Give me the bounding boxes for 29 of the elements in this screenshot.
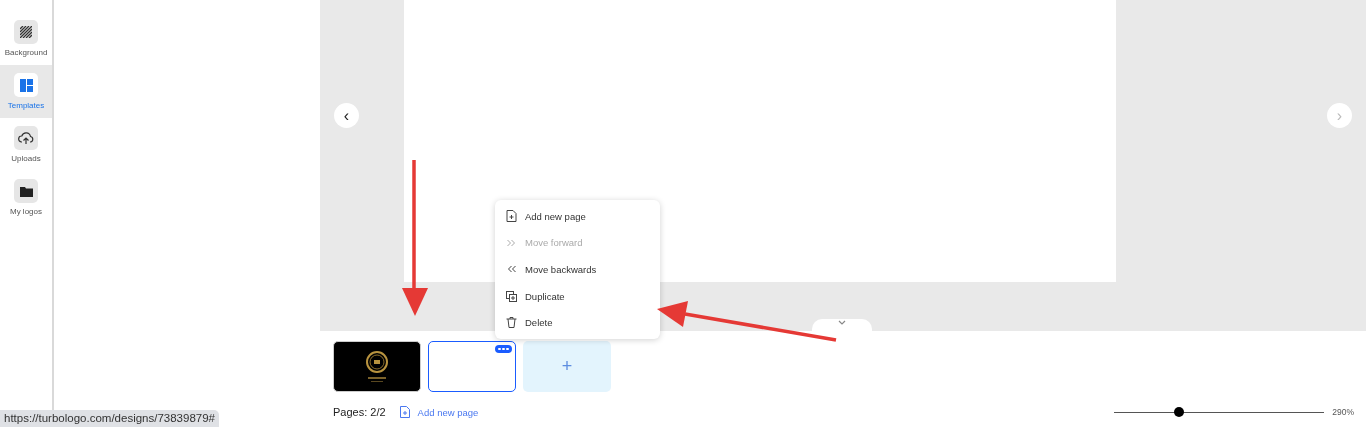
double-chevron-left-icon [506,265,517,274]
duplicate-icon [506,290,517,302]
menu-item[interactable]: Duplicate [495,282,660,310]
status-url: https://turbologo.com/designs/73839879# [0,410,219,427]
menu-item[interactable]: Delete [495,309,660,336]
grid-icon [19,78,33,92]
sidebar-item[interactable]: Uploads [0,118,52,171]
zoom-reading: 290% [1332,407,1354,417]
slider-thumb[interactable] [1174,407,1185,417]
sidebar-item[interactable]: Background [0,12,52,65]
page-thumbnail[interactable] [428,341,516,392]
menu-item[interactable]: Add new page [495,203,660,230]
logo-emblem-icon [365,349,389,384]
menu-item[interactable]: Move backwards [495,256,660,283]
double-chevron-right-icon [506,238,517,247]
chevron-down-icon [838,320,846,325]
more-options-icon[interactable] [495,345,512,353]
add-page-icon [506,210,517,223]
sidebar-item[interactable]: Templates [0,65,52,118]
trash-icon [506,317,517,329]
previous-button[interactable]: ‹ [334,103,359,128]
stripes-icon [20,26,32,38]
add-page-icon [399,406,410,418]
sidebar-item[interactable]: My logos [0,171,52,224]
folder-icon [19,185,33,197]
cloud-upload-icon [18,131,34,145]
link-label: Add new page [417,406,479,418]
page-counter: Pages: 2/2 [333,406,386,418]
add-new-page-link[interactable]: Add new page [399,406,479,418]
